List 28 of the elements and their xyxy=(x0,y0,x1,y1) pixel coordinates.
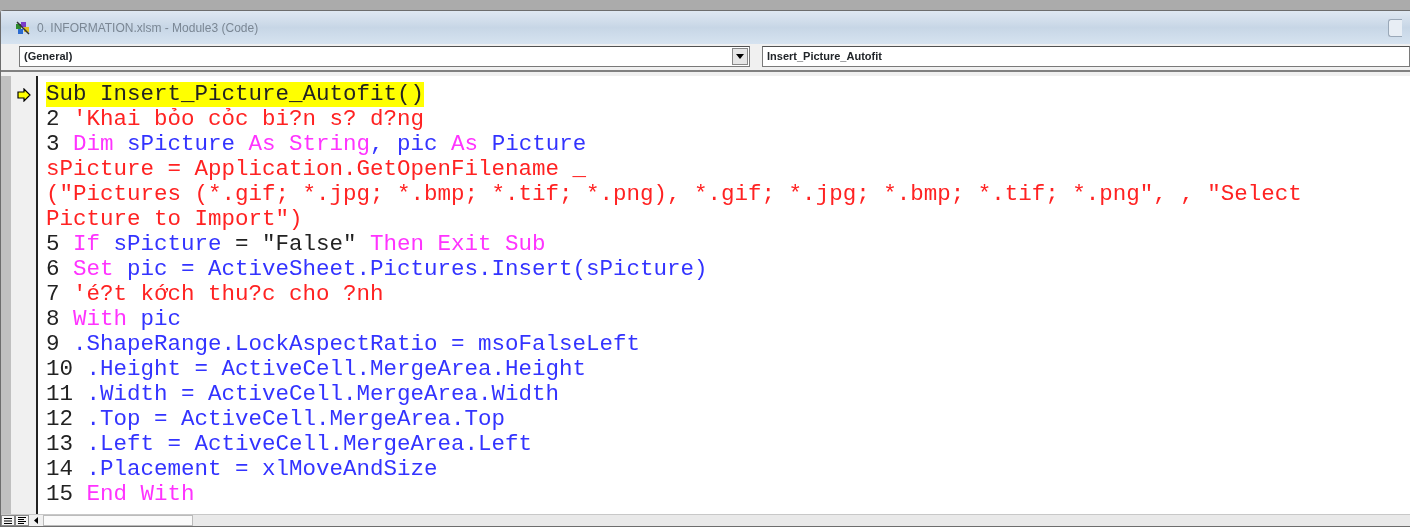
code-line: 2 'Khai bỏo cỏc bi?n s? d?ng xyxy=(46,107,425,132)
module-icon xyxy=(15,20,31,35)
procedure-view-button[interactable] xyxy=(1,515,15,526)
code-line: 9 .ShapeRange.LockAspectRatio = msoFalseLeft xyxy=(46,332,641,357)
lines-icon xyxy=(4,517,12,524)
caret-icon xyxy=(736,54,744,59)
code-line: Picture to Import") xyxy=(46,207,303,232)
code-line: 6 Set pic = ActiveSheet.Pictures.Insert(sPicture) xyxy=(46,257,708,282)
full-module-view-button[interactable] xyxy=(15,515,29,526)
lines-icon xyxy=(18,517,26,524)
window-title: 0. INFORMATION.xlsm - Module3 (Code) xyxy=(37,19,259,37)
left-arrow-icon xyxy=(34,517,38,524)
code-line: 13 .Left = ActiveCell.MergeArea.Left xyxy=(46,432,533,457)
code-line: 14 .Placement = xlMoveAndSize xyxy=(46,457,438,482)
procedure-dropdown[interactable]: Insert_Picture_Autofit xyxy=(762,46,1410,67)
code-line: 12 .Top = ActiveCell.MergeArea.Top xyxy=(46,407,506,432)
code-line: 15 End With xyxy=(46,482,195,507)
scroll-left-button[interactable] xyxy=(29,515,43,526)
code-line: 10 .Height = ActiveCell.MergeArea.Height xyxy=(46,357,587,382)
scrollbar-thumb[interactable] xyxy=(43,515,193,526)
code-line: ("Pictures (*.gif; *.jpg; *.bmp; *.tif; *.png), *.gif; *.jpg; *.bmp; *.tif; *.png", , "Select xyxy=(46,182,1302,207)
code-line: 11 .Width = ActiveCell.MergeArea.Width xyxy=(46,382,560,407)
code-line: 7 'é?t kớch thu?c cho ?nh xyxy=(46,282,384,307)
code-line: 8 With pic xyxy=(46,307,182,332)
object-dropdown[interactable]: (General) xyxy=(19,46,750,67)
code-line: sPicture = Application.GetOpenFilename _ xyxy=(46,157,587,182)
code-line: 3 Dim sPicture As String, pic As Picture xyxy=(46,132,587,157)
code-line: 5 If sPicture = "False" Then Exit Sub xyxy=(46,232,546,257)
